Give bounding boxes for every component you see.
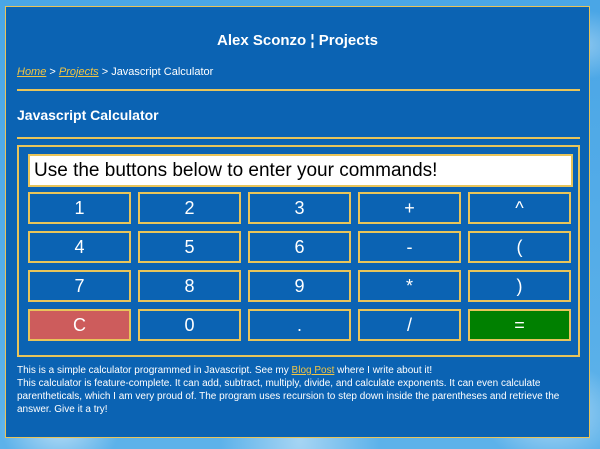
breadcrumb: Home > Projects > Javascript Calculator [17,66,213,78]
divider [17,137,580,139]
key-1[interactable]: 1 [28,192,131,224]
key-5[interactable]: 5 [138,231,241,263]
calculator-keypad: 1 2 3 + ^ 4 5 6 - ( 7 8 9 * ) C 0 . / = [28,192,573,341]
key-minus[interactable]: - [358,231,461,263]
breadcrumb-projects-link[interactable]: Projects [59,66,99,78]
key-decimal[interactable]: . [248,309,351,341]
key-6[interactable]: 6 [248,231,351,263]
key-plus[interactable]: + [358,192,461,224]
calculator: Use the buttons below to enter your comm… [17,145,580,357]
breadcrumb-separator: > [46,66,59,78]
page-title: Javascript Calculator [17,107,159,123]
site-title: Alex Sconzo ¦ Projects [217,32,378,49]
key-3[interactable]: 3 [248,192,351,224]
description: This is a simple calculator programmed i… [17,364,582,416]
key-close-paren[interactable]: ) [468,270,571,302]
key-2[interactable]: 2 [138,192,241,224]
key-9[interactable]: 9 [248,270,351,302]
clear-button[interactable]: C [28,309,131,341]
description-text: This is a simple calculator programmed i… [17,365,292,376]
page-container: Alex Sconzo ¦ Projects Home > Projects >… [5,6,590,438]
equals-button[interactable]: = [468,309,571,341]
description-line-2: This calculator is feature-complete. It … [17,378,560,415]
key-7[interactable]: 7 [28,270,131,302]
blog-post-link[interactable]: Blog Post [292,365,335,376]
description-line-1: This is a simple calculator programmed i… [17,364,582,377]
key-4[interactable]: 4 [28,231,131,263]
breadcrumb-home-link[interactable]: Home [17,66,46,78]
key-multiply[interactable]: * [358,270,461,302]
divider [17,89,580,91]
key-exponent[interactable]: ^ [468,192,571,224]
calculator-display[interactable]: Use the buttons below to enter your comm… [28,154,573,187]
key-8[interactable]: 8 [138,270,241,302]
key-divide[interactable]: / [358,309,461,341]
breadcrumb-separator: > [98,66,112,78]
key-0[interactable]: 0 [138,309,241,341]
breadcrumb-current: Javascript Calculator [111,66,214,78]
description-text: where I write about it! [334,365,433,376]
key-open-paren[interactable]: ( [468,231,571,263]
